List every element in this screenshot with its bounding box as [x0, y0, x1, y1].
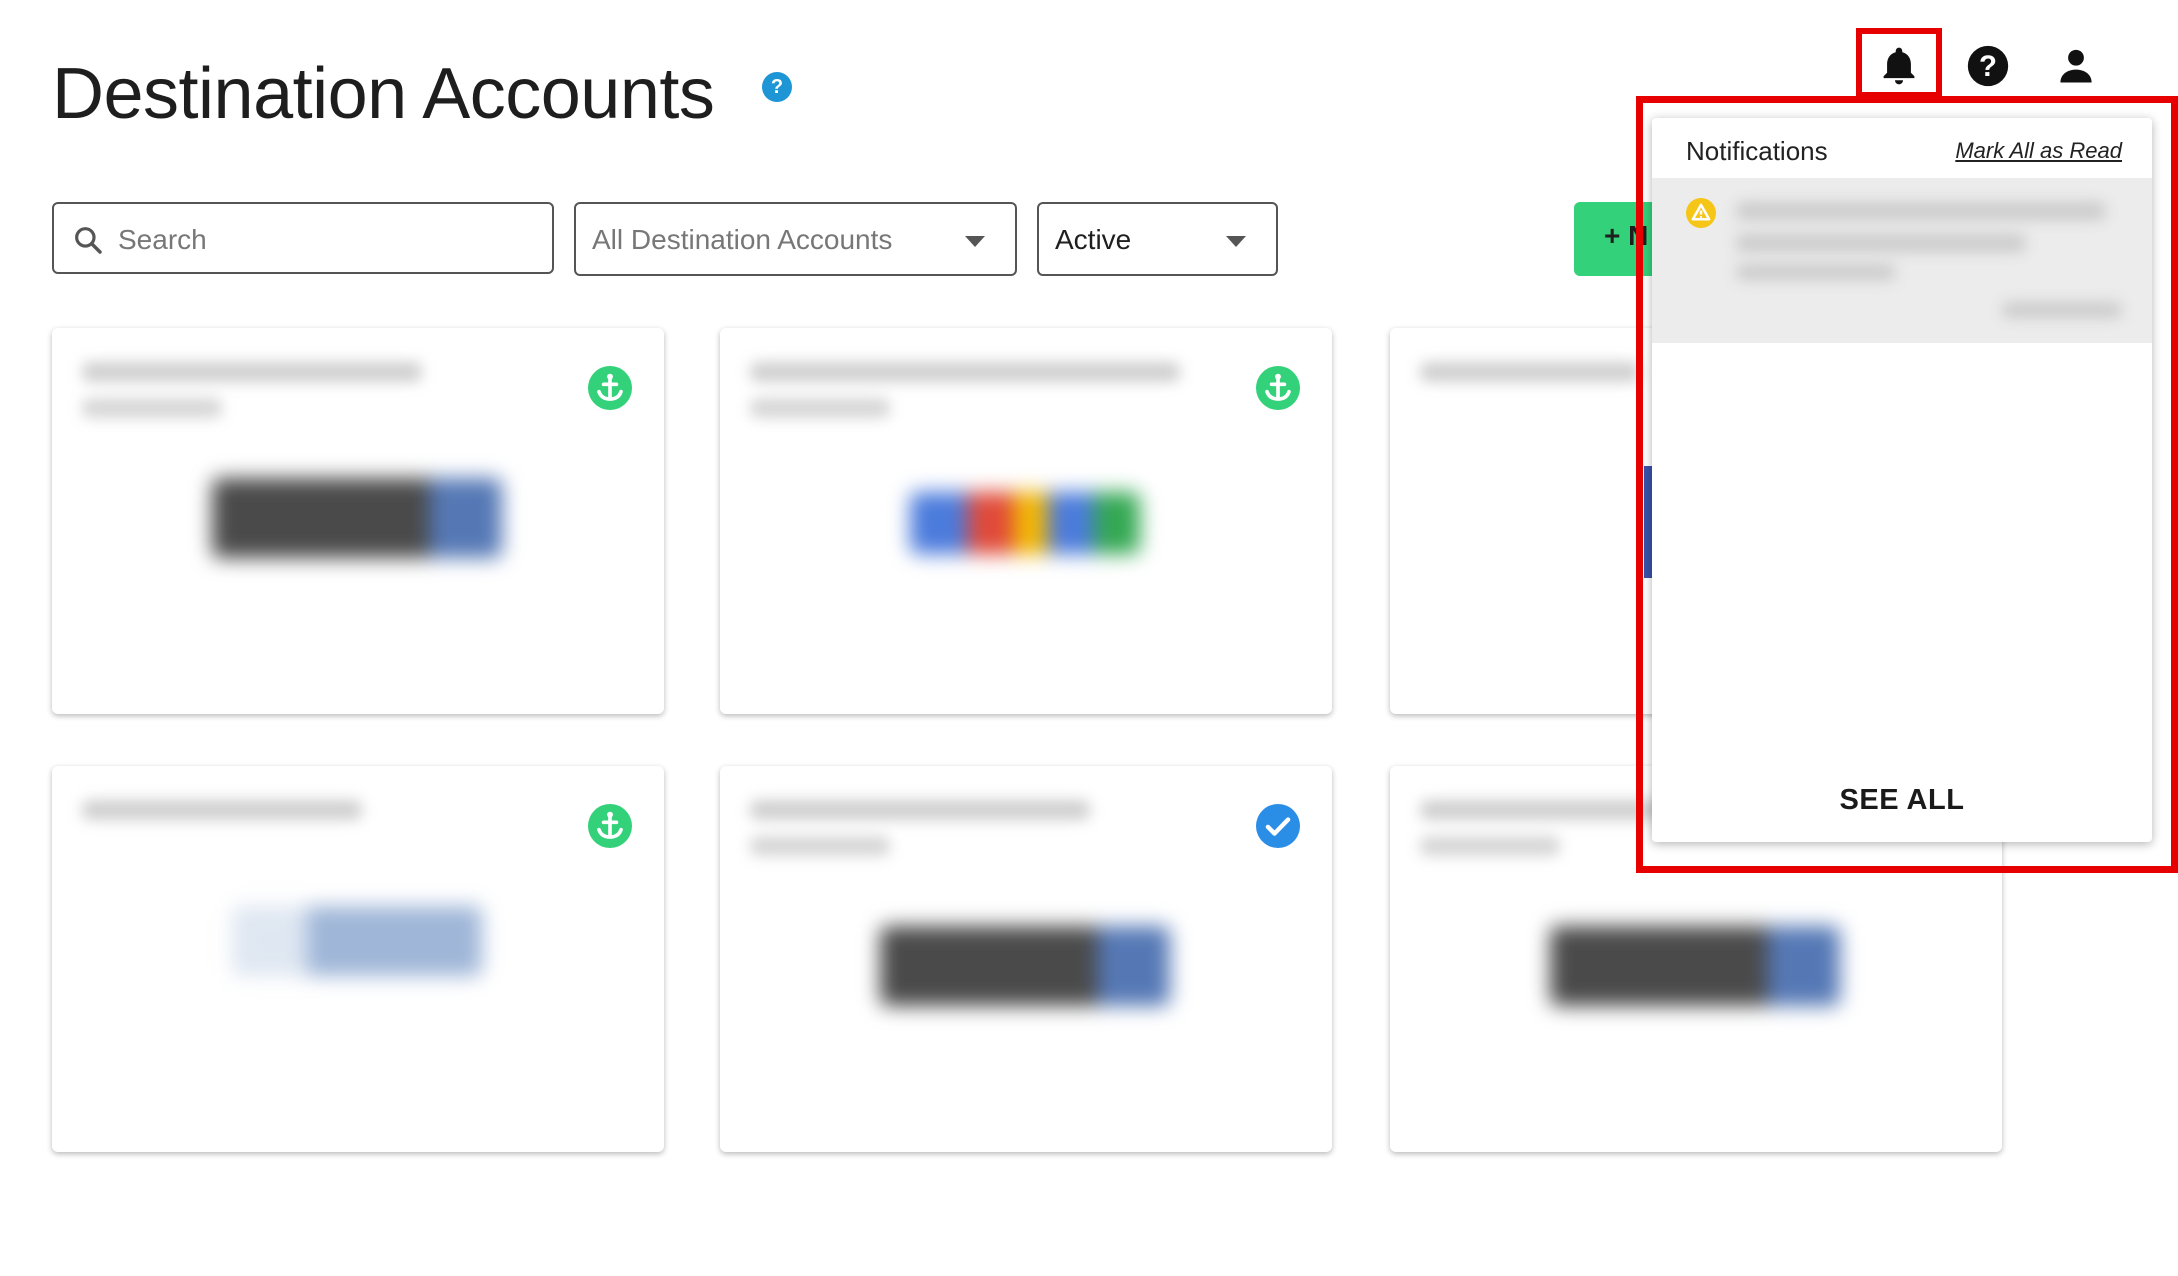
- status-filter-select[interactable]: Active: [1037, 202, 1278, 276]
- card-logo-blurred: [880, 926, 1170, 1006]
- card-subtitle-blurred: [1420, 836, 1560, 856]
- anchor-icon: [588, 366, 632, 410]
- card-logo-blurred: [212, 478, 502, 558]
- anchor-icon: [1256, 366, 1300, 410]
- check-icon: [1256, 804, 1300, 848]
- card-title-blurred: [750, 362, 1180, 382]
- account-filter-select[interactable]: All Destination Accounts: [574, 202, 1017, 276]
- page-title: Destination Accounts: [52, 54, 715, 134]
- card-subtitle-blurred: [750, 836, 890, 856]
- help-icon[interactable]: ?: [1966, 44, 2010, 88]
- card-logo-blurred: [1550, 926, 1840, 1006]
- account-card[interactable]: [720, 328, 1332, 714]
- card-subtitle-blurred: [82, 398, 222, 418]
- account-card[interactable]: [720, 766, 1332, 1152]
- user-icon[interactable]: [2054, 44, 2098, 88]
- svg-text:?: ?: [1979, 50, 1997, 83]
- account-card[interactable]: [52, 328, 664, 714]
- chevron-down-icon: [1226, 236, 1246, 247]
- card-subtitle-blurred: [750, 398, 890, 418]
- card-title-blurred: [750, 800, 1090, 820]
- chevron-down-icon: [965, 236, 985, 247]
- account-card[interactable]: [52, 766, 664, 1152]
- card-logo-blurred: [910, 492, 1140, 554]
- search-box[interactable]: [52, 202, 554, 274]
- card-title-blurred: [1420, 362, 1640, 382]
- search-icon: [75, 227, 102, 254]
- title-help-badge[interactable]: ?: [762, 72, 792, 102]
- card-logo-blurred: [232, 906, 482, 976]
- search-input[interactable]: [116, 218, 540, 262]
- anchor-icon: [588, 804, 632, 848]
- status-filter-value: Active: [1055, 224, 1132, 255]
- card-title-blurred: [82, 800, 362, 820]
- notifications-highlight-frame: [1636, 96, 2178, 873]
- account-filter-value: All Destination Accounts: [592, 224, 893, 255]
- card-title-blurred: [82, 362, 422, 382]
- bell-highlight-frame: [1856, 28, 1942, 98]
